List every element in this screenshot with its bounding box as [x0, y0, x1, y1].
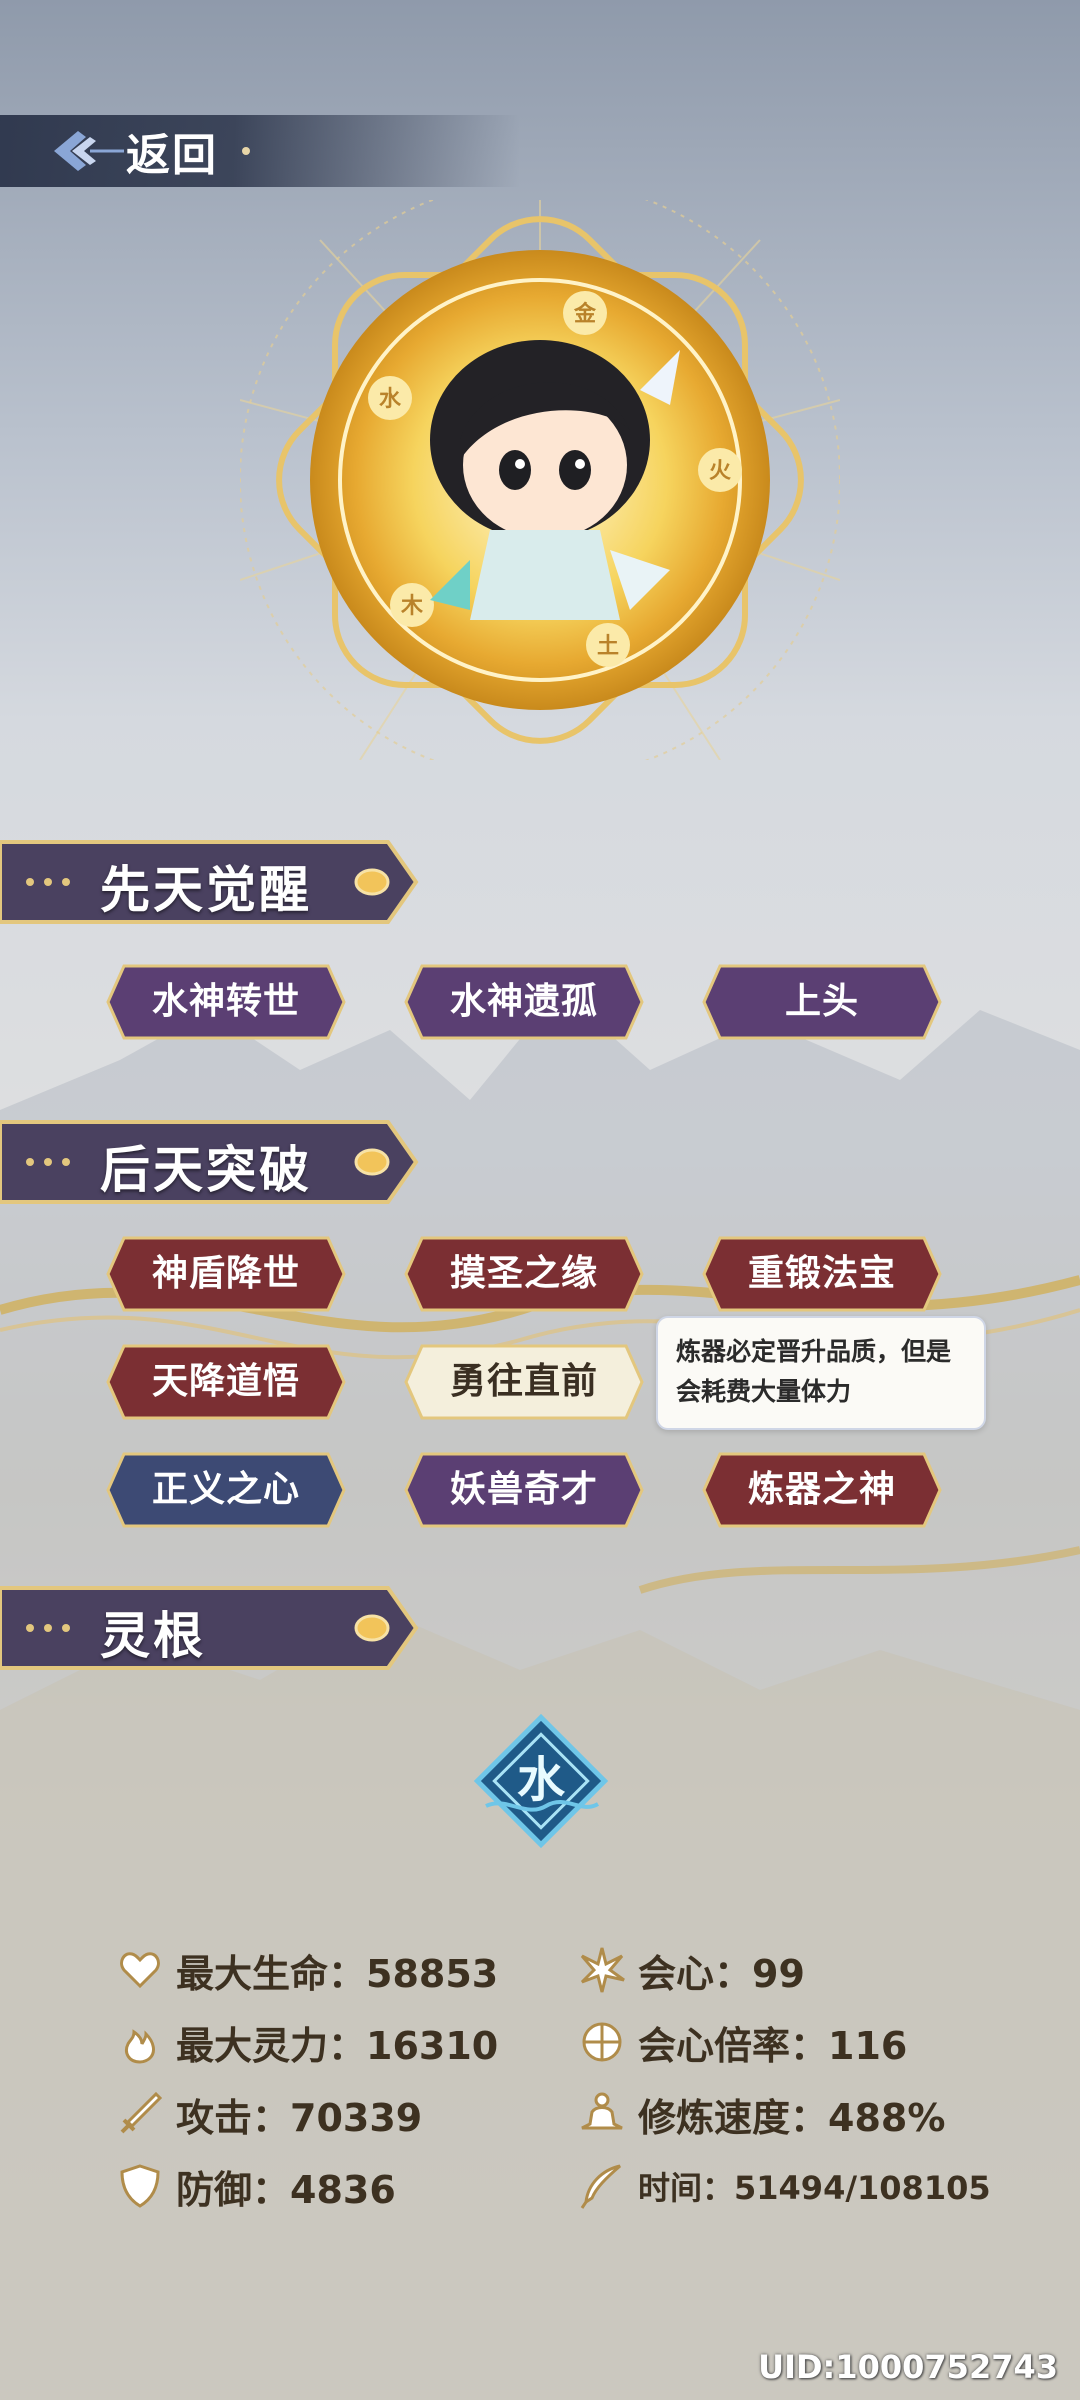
- spirit-root-title: 灵根: [100, 1607, 206, 1665]
- acquired-tag[interactable]: 妖兽奇才: [404, 1450, 644, 1530]
- spirit-root-section-header: 灵根: [0, 1582, 420, 1674]
- stat-attack: 攻击：70339: [116, 2086, 422, 2142]
- feather-icon: [580, 2164, 621, 2209]
- tag-label: 神盾降世: [151, 1253, 300, 1294]
- stat-value: 最大生命：58853: [176, 1951, 499, 1996]
- acquired-section-header: 后天突破: [0, 1116, 420, 1208]
- stat-value: 最大灵力：16310: [176, 2023, 499, 2068]
- tag-label: 上头: [784, 981, 859, 1022]
- burst-icon: [580, 1947, 625, 1993]
- stat-time: 时间：51494/108105: [578, 2158, 991, 2214]
- stat-value: 会心倍率：116: [638, 2023, 908, 2068]
- flame-icon: [125, 2029, 155, 2064]
- svg-text:木: 木: [400, 594, 424, 619]
- shield-icon: [120, 2164, 160, 2208]
- section-banner: [0, 1586, 419, 1670]
- heart-icon: [120, 1952, 160, 1989]
- tag-label: 正义之心: [151, 1469, 300, 1510]
- meditation-icon: [581, 2092, 623, 2130]
- sword-icon: [120, 2091, 163, 2134]
- back-button[interactable]: 返回: [0, 115, 520, 187]
- innate-tag[interactable]: 水神转世: [106, 962, 346, 1042]
- character-portrait: 金 水 火 木 土: [240, 200, 840, 760]
- tag-label: 水神转世: [151, 981, 300, 1022]
- innate-tag[interactable]: 上头: [702, 962, 942, 1042]
- svg-text:金: 金: [573, 301, 597, 327]
- uid-label: UID:1000752743: [758, 2348, 1058, 2386]
- stat-value: 时间：51494/108105: [638, 2169, 991, 2207]
- stat-value: 防御：4836: [176, 2167, 396, 2212]
- stat-cultivation-speed: 修炼速度：488%: [578, 2086, 945, 2142]
- acquired-tag-selected[interactable]: 勇往直前: [404, 1342, 644, 1422]
- innate-tag[interactable]: 水神遗孤: [404, 962, 644, 1042]
- tag-label: 重锻法宝: [747, 1253, 896, 1294]
- tag-label: 摸圣之缘: [449, 1253, 598, 1294]
- acquired-title: 后天突破: [100, 1141, 312, 1199]
- stat-value: 攻击：70339: [176, 2095, 423, 2140]
- acquired-tag[interactable]: 重锻法宝: [702, 1234, 942, 1314]
- tag-label: 天降道悟: [151, 1361, 300, 1402]
- target-icon: [582, 2022, 622, 2062]
- acquired-tag[interactable]: 摸圣之缘: [404, 1234, 644, 1314]
- acquired-tag[interactable]: 天降道悟: [106, 1342, 346, 1422]
- stat-value: 会心：99: [638, 1951, 805, 1996]
- back-arrow-icon: [54, 131, 124, 171]
- stat-value: 修炼速度：488%: [638, 2095, 946, 2140]
- stat-max-mana: 最大灵力：16310: [116, 2014, 498, 2070]
- acquired-tag[interactable]: 炼器之神: [702, 1450, 942, 1530]
- stat-max-hp: 最大生命：58853: [116, 1942, 498, 1998]
- decor-dot: [242, 147, 250, 155]
- tag-tooltip: 炼器必定晋升品质，但是会耗费大量体力: [656, 1316, 986, 1430]
- innate-section-header: 先天觉醒: [0, 836, 420, 928]
- tag-label: 妖兽奇才: [449, 1469, 598, 1510]
- svg-text:火: 火: [709, 459, 731, 484]
- tag-label: 勇往直前: [449, 1361, 598, 1402]
- water-glyph: 水: [517, 1752, 566, 1808]
- svg-text:土: 土: [597, 634, 619, 659]
- water-root-badge[interactable]: 水: [466, 1706, 616, 1856]
- svg-text:水: 水: [379, 387, 402, 412]
- acquired-tag[interactable]: 神盾降世: [106, 1234, 346, 1314]
- acquired-tag[interactable]: 正义之心: [106, 1450, 346, 1530]
- stat-crit: 会心：99: [578, 1942, 805, 1998]
- tag-label: 水神遗孤: [449, 981, 598, 1022]
- stat-defense: 防御：4836: [116, 2158, 396, 2214]
- stat-crit-rate: 会心倍率：116: [578, 2014, 907, 2070]
- tag-label: 炼器之神: [747, 1469, 896, 1510]
- back-label: 返回: [126, 130, 218, 181]
- innate-title: 先天觉醒: [100, 861, 312, 919]
